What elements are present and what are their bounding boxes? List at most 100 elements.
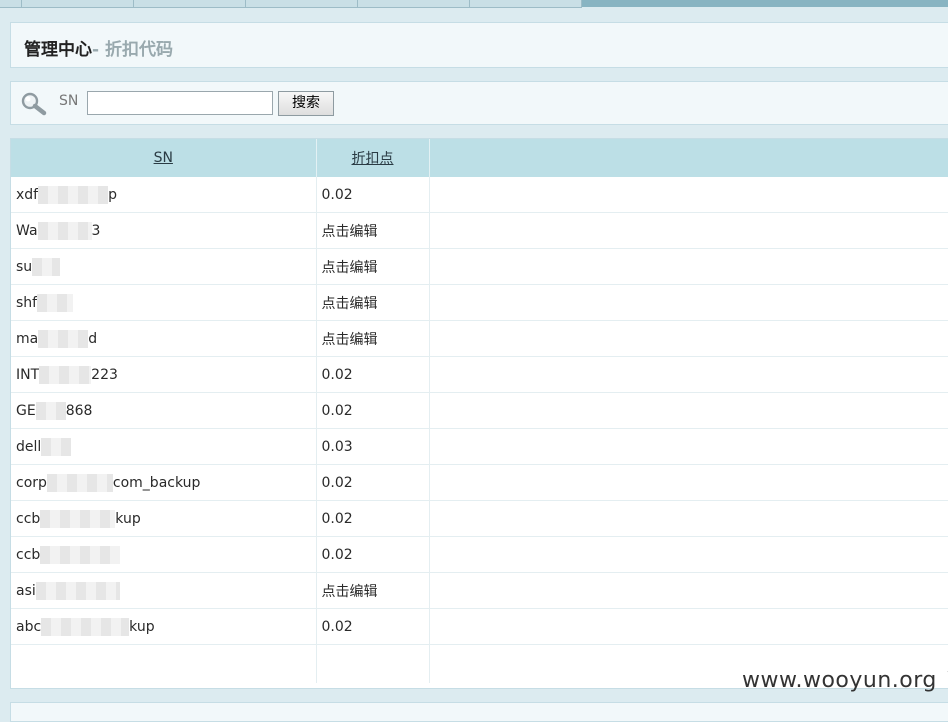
discount-cell: 0.02 xyxy=(316,392,430,429)
sn-visible-prefix: su xyxy=(16,258,33,275)
sn-cell: su xyxy=(11,248,317,285)
search-label: SN xyxy=(59,93,79,109)
discount-cell-editable[interactable]: 点击编辑 xyxy=(316,248,430,285)
watermark: www.wooyun.org xyxy=(742,668,937,693)
extra-cell xyxy=(429,536,948,573)
column-header-discount: 折扣点 xyxy=(316,139,430,177)
sn-visible-prefix: asi xyxy=(16,582,36,599)
page-title-text: 管理中心 xyxy=(24,40,92,60)
sn-cell: GE 868 xyxy=(11,392,317,429)
top-tab[interactable] xyxy=(22,0,134,8)
table-row: su 点击编辑 xyxy=(11,248,948,285)
extra-cell xyxy=(429,320,948,357)
table-row: ma d 点击编辑 xyxy=(11,320,948,357)
redacted-text xyxy=(40,509,116,528)
redacted-text xyxy=(40,545,121,564)
top-tab-strip-filler xyxy=(582,0,948,7)
extra-cell xyxy=(429,572,948,609)
extra-cell xyxy=(429,500,948,537)
sn-cell: xdf p xyxy=(11,177,317,213)
discount-cell-editable[interactable]: 点击编辑 xyxy=(316,284,430,321)
discount-cell-editable[interactable]: 点击编辑 xyxy=(316,212,430,249)
table-row: xdf p 0.02 xyxy=(11,177,948,213)
extra-cell xyxy=(429,392,948,429)
table-row: GE 868 0.02 xyxy=(11,392,948,429)
column-header-sn: SN xyxy=(11,139,317,177)
redacted-text xyxy=(46,473,113,492)
sn-cell: dell xyxy=(11,428,317,465)
sn-visible-suffix: kup xyxy=(129,618,155,635)
sn-cell: Wa 3 xyxy=(11,212,317,249)
table-row: dell 0.03 xyxy=(11,428,948,465)
sort-link-sn[interactable]: SN xyxy=(154,150,173,166)
search-icon xyxy=(21,92,47,116)
discount-cell: 0.02 xyxy=(316,356,430,393)
sn-visible-prefix: INT xyxy=(16,366,40,383)
table-row: corp com_backup 0.02 xyxy=(11,464,948,501)
table-row: shf 点击编辑 xyxy=(11,284,948,321)
sn-cell: shf xyxy=(11,284,317,321)
discount-cell-editable[interactable]: 点击编辑 xyxy=(316,572,430,609)
sn-visible-prefix: ccb xyxy=(16,546,41,563)
redacted-text xyxy=(35,401,66,420)
redacted-text xyxy=(39,365,92,384)
top-tab[interactable] xyxy=(0,0,22,8)
table-row: Wa 3 点击编辑 xyxy=(11,212,948,249)
extra-cell xyxy=(429,284,948,321)
table-row: ccb 0.02 xyxy=(11,536,948,573)
table-row: abc kup 0.02 xyxy=(11,608,948,645)
redacted-text xyxy=(37,221,92,240)
search-button[interactable]: 搜索 xyxy=(278,91,334,116)
sort-link-discount[interactable]: 折扣点 xyxy=(352,151,394,167)
header-panel: 管理中心- 折扣代码 xyxy=(10,22,948,68)
redacted-text xyxy=(37,293,74,312)
extra-cell xyxy=(429,248,948,285)
page-title: 管理中心- 折扣代码 xyxy=(24,35,173,60)
search-input[interactable] xyxy=(87,91,273,115)
sn-visible-suffix: d xyxy=(88,330,98,347)
discount-cell: 0.02 xyxy=(316,500,430,537)
page-subtitle: - 折扣代码 xyxy=(92,40,173,60)
sn-cell: ccb xyxy=(11,536,317,573)
sn-visible-prefix: corp xyxy=(16,474,47,491)
top-tab-strip xyxy=(0,0,948,8)
extra-cell xyxy=(429,177,948,213)
redacted-text xyxy=(41,617,130,636)
sn-table-panel: SN 折扣点 xdf p 0.02 Wa 3 点击编辑 su 点击编辑 shf … xyxy=(10,138,948,689)
column-header-extra xyxy=(429,139,948,177)
top-tab[interactable] xyxy=(470,0,582,8)
redacted-text xyxy=(35,581,120,600)
empty-cell xyxy=(11,644,317,683)
sn-visible-prefix: ccb xyxy=(16,510,41,527)
discount-cell: 0.02 xyxy=(316,177,430,213)
top-tab[interactable] xyxy=(134,0,246,8)
redacted-text xyxy=(41,437,72,456)
extra-cell xyxy=(429,608,948,645)
sn-visible-prefix: dell xyxy=(16,438,42,455)
sn-cell: abc kup xyxy=(11,608,317,645)
discount-cell: 0.02 xyxy=(316,608,430,645)
discount-cell-editable[interactable]: 点击编辑 xyxy=(316,320,430,357)
redacted-text xyxy=(38,329,89,348)
extra-cell xyxy=(429,212,948,249)
redacted-text xyxy=(32,257,61,276)
discount-cell: 0.02 xyxy=(316,536,430,573)
sn-cell: ma d xyxy=(11,320,317,357)
sn-cell: INT 223 xyxy=(11,356,317,393)
top-tab[interactable] xyxy=(358,0,470,8)
discount-cell: 0.02 xyxy=(316,464,430,501)
table-row: asi 点击编辑 xyxy=(11,572,948,609)
sn-visible-prefix: Wa xyxy=(16,222,38,239)
sn-visible-suffix: com_backup xyxy=(112,474,201,491)
top-tab[interactable] xyxy=(246,0,358,8)
sn-cell: ccb kup xyxy=(11,500,317,537)
redacted-text xyxy=(38,185,109,204)
sn-visible-suffix: 223 xyxy=(91,366,118,383)
table-header-row: SN 折扣点 xyxy=(11,139,948,177)
extra-cell xyxy=(429,464,948,501)
discount-cell: 0.03 xyxy=(316,428,430,465)
sn-visible-prefix: abc xyxy=(16,618,42,635)
sn-visible-prefix: xdf xyxy=(16,186,39,203)
empty-cell xyxy=(316,644,430,683)
bottom-panel xyxy=(10,702,948,722)
